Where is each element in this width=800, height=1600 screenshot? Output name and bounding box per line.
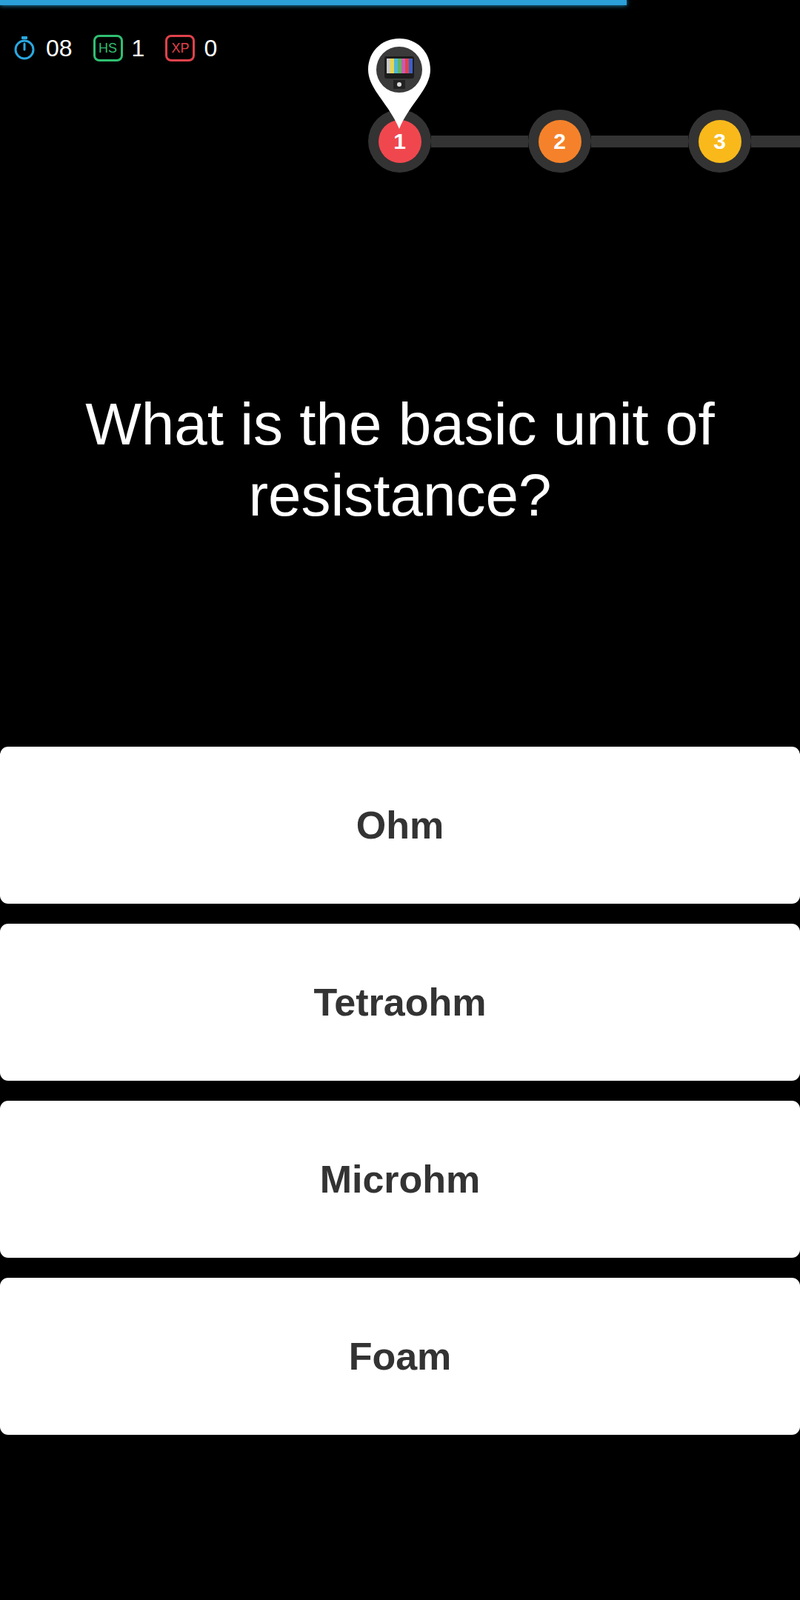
avatar-pin-icon [366, 37, 432, 131]
answer-button[interactable]: Foam [0, 1277, 800, 1435]
answer-button[interactable]: Microhm [0, 1100, 800, 1258]
stat-badge: XP [165, 34, 195, 62]
track-connector [751, 135, 800, 148]
timer-value: 08 [45, 34, 73, 63]
level-node-fill: 2 [538, 120, 582, 163]
time-progress-fill [0, 0, 627, 6]
quiz-screen: 08 HS 1 XP 0 1 2 3 What is the basic unit of res… [0, 0, 800, 1600]
level-track: 1 2 3 [0, 109, 800, 173]
timer-stat: 08 [11, 34, 73, 63]
level-node-fill: 3 [698, 120, 742, 163]
level-node: 2 [528, 109, 592, 173]
track-connector [431, 135, 529, 148]
question-area: What is the basic unit of resistance? [0, 172, 800, 747]
level-node: 3 [688, 109, 752, 173]
score-stat: HS 1 [93, 34, 146, 63]
level-node-wrap: 3 [688, 109, 752, 173]
answer-button[interactable]: Tetraohm [0, 923, 800, 1081]
stat-value: 1 [131, 34, 146, 63]
track-connector [591, 135, 689, 148]
stopwatch-icon [11, 35, 38, 61]
answer-list: Ohm Tetraohm Microhm Foam [0, 746, 800, 1435]
question-text: What is the basic unit of resistance? [17, 388, 783, 532]
score-stat: XP 0 [165, 34, 218, 63]
level-node-wrap: 1 [368, 109, 432, 173]
time-progress-bar [0, 0, 800, 6]
stat-value: 0 [203, 34, 218, 63]
answer-button[interactable]: Ohm [0, 746, 800, 904]
stat-badge: HS [93, 34, 123, 62]
level-node-wrap: 2 [528, 109, 592, 173]
